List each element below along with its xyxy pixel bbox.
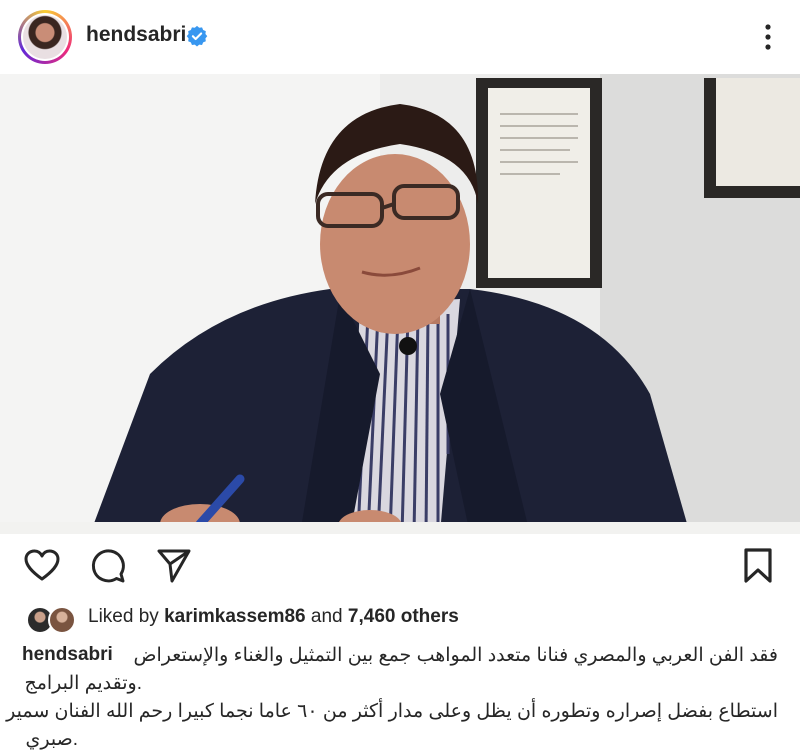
post-actions <box>0 540 800 592</box>
profile-avatar[interactable] <box>18 10 72 64</box>
caption-line: استطاع بفضل إصراره وتطوره أن يظل وعلى مد… <box>6 701 778 722</box>
post-photo[interactable] <box>0 74 800 534</box>
send-icon[interactable] <box>154 546 194 586</box>
likes-row[interactable]: Liked by karimkassem86 and 7,460 others <box>22 603 782 634</box>
caption-line: .صبري <box>25 729 78 750</box>
heart-icon[interactable] <box>22 546 62 586</box>
verified-badge-icon <box>186 25 208 47</box>
post-caption: hendsabri فقد الفن العربي والمصري فنانا … <box>0 636 800 753</box>
likes-and: and <box>310 606 343 627</box>
caption-username[interactable]: hendsabri <box>22 644 113 666</box>
caption-line: .وتقديم البرامج <box>24 673 142 694</box>
likes-user[interactable]: karimkassem86 <box>164 606 306 627</box>
post-photo-illustration <box>0 74 800 534</box>
post-username[interactable]: hendsabri <box>86 23 186 47</box>
post-header: hendsabri <box>0 0 800 74</box>
likes-text[interactable]: Liked by karimkassem86 and 7,460 others <box>88 606 459 628</box>
avatar-photo <box>23 15 67 59</box>
liker-avatar <box>48 606 76 634</box>
more-vertical-icon[interactable] <box>754 22 782 52</box>
comment-icon[interactable] <box>88 546 128 586</box>
caption-line: فقد الفن العربي والمصري فنانا متعدد المو… <box>133 645 778 666</box>
likes-prefix: Liked by <box>88 606 159 627</box>
likes-count[interactable]: 7,460 others <box>348 606 459 627</box>
bookmark-icon[interactable] <box>738 546 778 586</box>
